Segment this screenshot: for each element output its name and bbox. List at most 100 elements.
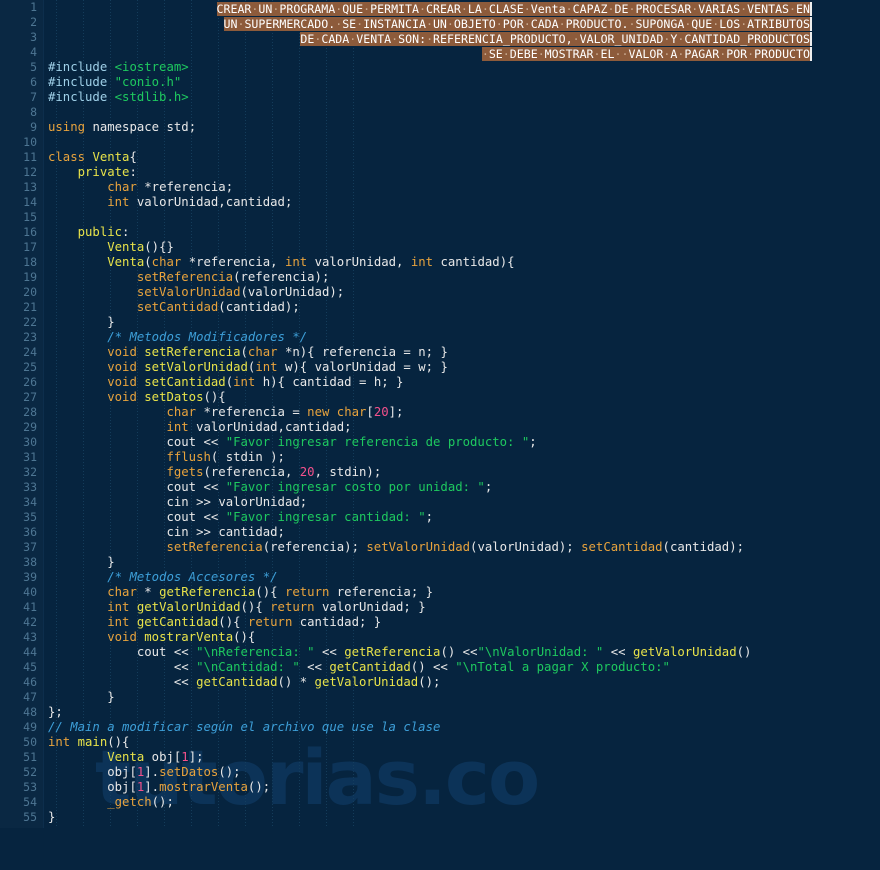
line-number: 41 <box>23 600 37 614</box>
code-line[interactable]: /* Metodos Modificadores */ <box>43 330 880 345</box>
line-number: 35 <box>23 510 37 524</box>
code-line[interactable]: cin >> cantidad; <box>43 525 880 540</box>
line-number: 48 <box>23 705 37 719</box>
code-line[interactable]: cout << "Favor ingresar costo por unidad… <box>43 480 880 495</box>
code-line[interactable]: // Main a modificar según el archivo que… <box>43 720 880 735</box>
code-line[interactable]: } <box>43 315 880 330</box>
code-line[interactable]: Venta(){} <box>43 240 880 255</box>
code-line[interactable]: cout << "Favor ingresar referencia de pr… <box>43 435 880 450</box>
line-number: 7 <box>30 90 37 104</box>
line-number: 36 <box>23 525 37 539</box>
line-number: 15 <box>23 210 37 224</box>
code-line[interactable]: #include <iostream> <box>43 60 880 75</box>
selected-line[interactable]: DE·CADA·VENTA·SON:·REFERENCIA_PRODUCTO,·… <box>217 32 812 47</box>
line-number: 2 <box>30 15 37 29</box>
code-line[interactable]: } <box>43 690 880 705</box>
code-line[interactable]: #include <stdlib.h> <box>43 90 880 105</box>
code-line[interactable]: class Venta{ <box>43 150 880 165</box>
code-line[interactable]: void setDatos(){ <box>43 390 880 405</box>
code-line[interactable]: obj[1].setDatos(); <box>43 765 880 780</box>
line-number: 12 <box>23 165 37 179</box>
code-line[interactable]: << "\nCantidad: " << getCantidad() << "\… <box>43 660 880 675</box>
line-number: 28 <box>23 405 37 419</box>
line-number: 49 <box>23 720 37 734</box>
code-line[interactable]: /* Metodos Accesores */ <box>43 570 880 585</box>
code-line[interactable] <box>43 135 880 150</box>
code-line[interactable]: char *referencia = new char[20]; <box>43 405 880 420</box>
code-line[interactable]: obj[1].mostrarVenta(); <box>43 780 880 795</box>
code-line[interactable]: void setValorUnidad(int w){ valorUnidad … <box>43 360 880 375</box>
selected-text-block[interactable]: CREAR·UN·PROGRAMA·QUE·PERMITA·CREAR·LA·C… <box>216 2 812 62</box>
selected-line[interactable]: UN·SUPERMERCADO.·SE·INSTANCIA·UN·OBJETO·… <box>217 17 812 32</box>
code-line[interactable]: int valorUnidad,cantidad; <box>43 420 880 435</box>
code-line[interactable]: setCantidad(cantidad); <box>43 300 880 315</box>
code-line[interactable]: _getch(); <box>43 795 880 810</box>
code-line[interactable]: private: <box>43 165 880 180</box>
line-number: 22 <box>23 315 37 329</box>
selected-line[interactable]: CREAR·UN·PROGRAMA·QUE·PERMITA·CREAR·LA·C… <box>216 2 812 17</box>
line-number: 39 <box>23 570 37 584</box>
code-line[interactable]: cout << "Favor ingresar cantidad: "; <box>43 510 880 525</box>
code-line[interactable]: fflush( stdin ); <box>43 450 880 465</box>
line-number: 20 <box>23 285 37 299</box>
code-line[interactable]: char * getReferencia(){ return referenci… <box>43 585 880 600</box>
line-number: 4 <box>30 45 37 59</box>
code-line[interactable]: << getCantidad() * getValorUnidad(); <box>43 675 880 690</box>
code-line[interactable]: }; <box>43 705 880 720</box>
line-number: 31 <box>23 450 37 464</box>
code-line[interactable]: void setCantidad(int h){ cantidad = h; } <box>43 375 880 390</box>
line-number: 13 <box>23 180 37 194</box>
code-editor[interactable]: tutorias.co #include <iostream> #include … <box>0 0 880 870</box>
line-number: 47 <box>23 690 37 704</box>
code-line[interactable]: char *referencia; <box>43 180 880 195</box>
code-line[interactable]: cin >> valorUnidad; <box>43 495 880 510</box>
code-line[interactable]: #include "conio.h" <box>43 75 880 90</box>
line-number: 27 <box>23 390 37 404</box>
code-line[interactable] <box>43 210 880 225</box>
line-number: 14 <box>23 195 37 209</box>
line-number: 52 <box>23 765 37 779</box>
code-line[interactable]: } <box>43 810 880 825</box>
line-number: 43 <box>23 630 37 644</box>
selected-line[interactable]: ·SE·DEBE·MOSTRAR·EL··VALOR·A·PAGAR·POR·P… <box>217 47 812 62</box>
line-number: 19 <box>23 270 37 284</box>
code-line[interactable]: Venta obj[1]; <box>43 750 880 765</box>
code-line[interactable]: void setReferencia(char *n){ referencia … <box>43 345 880 360</box>
line-number: 37 <box>23 540 37 554</box>
code-line[interactable]: public: <box>43 225 880 240</box>
code-line[interactable]: cout << "\nReferencia: " << getReferenci… <box>43 645 880 660</box>
line-number: 29 <box>23 420 37 434</box>
code-line[interactable]: int getValorUnidad(){ return valorUnidad… <box>43 600 880 615</box>
code-line[interactable]: Venta(char *referencia, int valorUnidad,… <box>43 255 880 270</box>
code-line[interactable]: int valorUnidad,cantidad; <box>43 195 880 210</box>
line-number: 30 <box>23 435 37 449</box>
code-line[interactable] <box>43 105 880 120</box>
code-line[interactable]: using namespace std; <box>43 120 880 135</box>
code-line[interactable]: int main(){ <box>43 735 880 750</box>
code-line[interactable]: setReferencia(referencia); setValorUnida… <box>43 540 880 555</box>
line-number: 38 <box>23 555 37 569</box>
line-number: 17 <box>23 240 37 254</box>
line-number: 1 <box>30 0 37 14</box>
line-number: 55 <box>23 810 37 824</box>
line-number: 10 <box>23 135 37 149</box>
code-line[interactable]: fgets(referencia, 20, stdin); <box>43 465 880 480</box>
line-number: 25 <box>23 360 37 374</box>
code-line[interactable]: setReferencia(referencia); <box>43 270 880 285</box>
line-number: 51 <box>23 750 37 764</box>
line-number: 11 <box>23 150 37 164</box>
line-number: 46 <box>23 675 37 689</box>
line-number: 26 <box>23 375 37 389</box>
code-line[interactable]: int getCantidad(){ return cantidad; } <box>43 615 880 630</box>
code-surface[interactable]: #include <iostream> #include "conio.h" #in… <box>43 0 880 828</box>
line-number: 23 <box>23 330 37 344</box>
code-line[interactable]: setValorUnidad(valorUnidad); <box>43 285 880 300</box>
code-line[interactable]: void mostrarVenta(){ <box>43 630 880 645</box>
code-line[interactable]: } <box>43 555 880 570</box>
line-number: 8 <box>30 105 37 119</box>
line-number: 45 <box>23 660 37 674</box>
gutter-divider <box>43 0 44 828</box>
code-lines: #include <iostream> #include "conio.h" #in… <box>43 0 880 825</box>
line-number: 54 <box>23 795 37 809</box>
line-number-gutter[interactable]: 1 2 3 4 5 6 7 8 9 10 11 12 13 14 15 16 17 18 19 20 21 22 23 24 2… <box>0 0 43 828</box>
